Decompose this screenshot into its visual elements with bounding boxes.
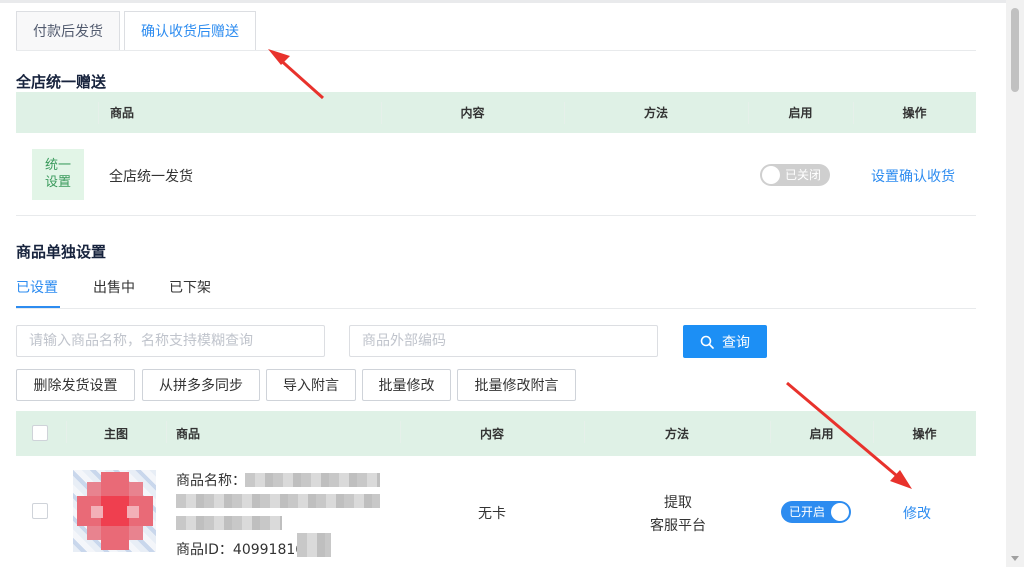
product-name-search-input[interactable] bbox=[16, 325, 325, 357]
header-separator bbox=[98, 102, 99, 124]
product-table-header: 主图 商品 内容 方法 启用 操作 bbox=[16, 411, 976, 456]
batch-edit-button[interactable]: 批量修改 bbox=[362, 369, 451, 401]
col-content: 内容 bbox=[460, 106, 485, 120]
batch-edit-note-button[interactable]: 批量修改附言 bbox=[457, 369, 576, 401]
col-enabled: 启用 bbox=[809, 427, 834, 441]
subtab-delisted[interactable]: 已下架 bbox=[169, 277, 211, 297]
col-enabled: 启用 bbox=[788, 106, 813, 120]
product-section-title: 商品单独设置 bbox=[16, 243, 107, 261]
unified-setting-badge: 统一 设置 bbox=[32, 149, 84, 200]
external-code-input[interactable] bbox=[349, 325, 658, 357]
subtabs-divider bbox=[16, 308, 976, 309]
subtab-configured[interactable]: 已设置 bbox=[16, 277, 58, 297]
delete-delivery-setting-button[interactable]: 删除发货设置 bbox=[16, 369, 135, 401]
row-checkbox[interactable] bbox=[32, 503, 48, 519]
scroll-down-arrow-icon[interactable] bbox=[1011, 556, 1019, 561]
top-border bbox=[0, 0, 1006, 3]
sync-from-pinduoduo-button[interactable]: 从拼多多同步 bbox=[142, 369, 260, 401]
store-enable-toggle[interactable]: 已关闭 bbox=[760, 164, 830, 186]
product-id: 商品ID：40991816 bbox=[176, 542, 305, 558]
col-action: 操作 bbox=[902, 106, 927, 120]
row-content: 无卡 bbox=[478, 506, 506, 522]
tab-gift-after-confirm[interactable]: 确认收货后赠送 bbox=[124, 11, 256, 51]
product-name-label: 商品名称： bbox=[176, 473, 246, 489]
import-note-button[interactable]: 导入附言 bbox=[266, 369, 356, 401]
toggle-label: 已开启 bbox=[789, 505, 826, 519]
col-method: 方法 bbox=[643, 106, 668, 120]
product-main-image bbox=[73, 470, 156, 552]
col-method: 方法 bbox=[664, 427, 689, 441]
blurred-product-name bbox=[176, 494, 380, 508]
badge-text: 统一 设置 bbox=[44, 158, 71, 190]
page: 付款后发货 确认收货后赠送 全店统一赠送 商品 内容 方法 启用 操作 统一 设… bbox=[0, 0, 1024, 567]
col-content: 内容 bbox=[479, 427, 504, 441]
col-product: 商品 bbox=[110, 106, 135, 120]
select-all-checkbox[interactable] bbox=[32, 425, 48, 441]
col-main-image: 主图 bbox=[103, 427, 128, 441]
toggle-knob bbox=[762, 166, 780, 184]
search-icon bbox=[700, 335, 714, 349]
blurred-product-name bbox=[245, 473, 380, 487]
row-enable-toggle[interactable]: 已开启 bbox=[781, 501, 851, 523]
row-divider bbox=[16, 215, 976, 216]
toggle-knob bbox=[831, 503, 849, 521]
subtab-on-sale[interactable]: 出售中 bbox=[93, 277, 135, 297]
blurred-product-id bbox=[297, 533, 331, 557]
toggle-label: 已关闭 bbox=[785, 168, 822, 182]
store-table-header: 商品 内容 方法 启用 操作 bbox=[16, 92, 976, 133]
search-button-label: 查询 bbox=[722, 333, 750, 350]
store-product-name: 全店统一发货 bbox=[109, 169, 193, 185]
delivery-mode-tabs: 付款后发货 确认收货后赠送 bbox=[16, 11, 256, 51]
set-confirm-receipt-link[interactable]: 设置确认收货 bbox=[871, 166, 955, 186]
row-method-line1: 提取 bbox=[664, 495, 692, 511]
tabs-divider bbox=[16, 50, 976, 51]
header-separator bbox=[166, 421, 167, 443]
row-edit-link[interactable]: 修改 bbox=[903, 503, 931, 523]
col-action: 操作 bbox=[912, 427, 937, 441]
row-method-line2: 客服平台 bbox=[650, 518, 706, 534]
col-product: 商品 bbox=[176, 427, 201, 441]
annotation-arrow-icon bbox=[268, 49, 324, 100]
scrollbar-thumb[interactable] bbox=[1011, 8, 1019, 92]
store-section-title: 全店统一赠送 bbox=[16, 73, 107, 91]
search-button[interactable]: 查询 bbox=[683, 325, 767, 358]
blurred-product-name bbox=[176, 516, 282, 530]
tab-pay-then-ship[interactable]: 付款后发货 bbox=[16, 11, 120, 51]
